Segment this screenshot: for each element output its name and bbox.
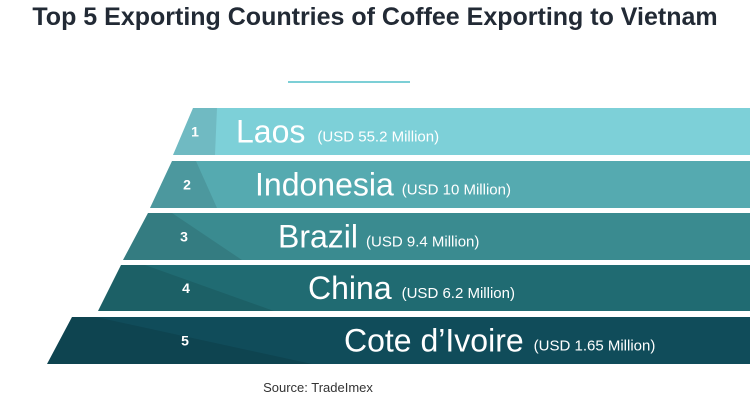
pyramid-tier: 1 Laos (USD 55.2 Million) (173, 108, 750, 155)
tier-value: (USD 9.4 Million) (366, 234, 479, 251)
tier-value: (USD 55.2 Million) (317, 129, 439, 146)
source-note: Source: TradeImex (263, 380, 373, 395)
tier-rank: 4 (182, 280, 190, 296)
tier-value: (USD 1.65 Million) (534, 338, 656, 355)
tier-rank: 1 (191, 124, 199, 140)
tier-rank: 3 (180, 229, 188, 245)
tier-country: Laos (236, 114, 305, 150)
tier-rank: 5 (181, 333, 189, 349)
pyramid-tier: 5 Cote d’Ivoire (USD 1.65 Million) (47, 317, 750, 364)
tier-country: Cote d’Ivoire (344, 323, 524, 359)
tier-rank: 2 (183, 177, 191, 193)
tier-value: (USD 6.2 Million) (402, 285, 515, 302)
pyramid-tier: 2 Indonesia (USD 10 Million) (150, 161, 750, 208)
pyramid-tier: 4 China (USD 6.2 Million) (98, 265, 750, 311)
tier-country: China (308, 270, 392, 306)
pyramid-chart: 1 Laos (USD 55.2 Million) 2 Indonesia (USD 10… (47, 108, 750, 364)
pyramid-tier: 3 Brazil (USD 9.4 Million) (123, 213, 750, 260)
tier-country: Brazil (278, 219, 358, 255)
tier-value: (USD 10 Million) (402, 182, 511, 199)
tier-country: Indonesia (255, 167, 394, 203)
